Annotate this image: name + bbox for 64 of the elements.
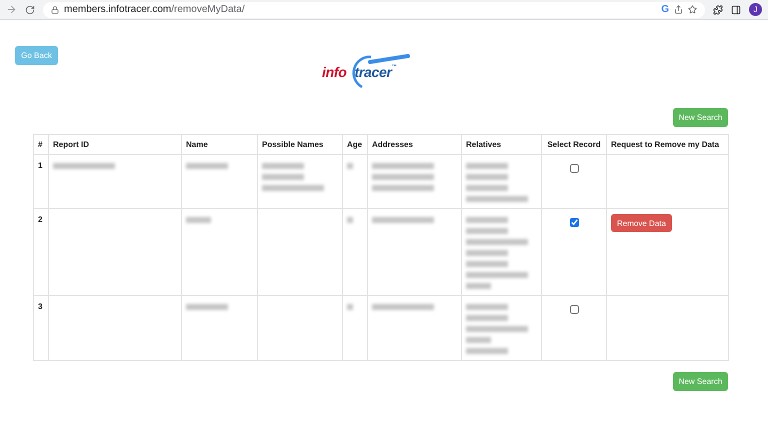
blurred-text xyxy=(466,238,528,244)
blurred-text xyxy=(466,174,508,180)
new-search-button[interactable]: New Search xyxy=(673,108,728,127)
column-header: Possible Names xyxy=(258,134,342,154)
reload-icon[interactable] xyxy=(25,4,35,14)
blurred-text xyxy=(466,304,508,310)
blurred-text xyxy=(466,260,508,266)
select-checkbox[interactable] xyxy=(570,305,578,314)
go-back-button[interactable]: Go Back xyxy=(15,46,58,65)
side-panel-icon[interactable] xyxy=(731,4,741,14)
star-icon[interactable] xyxy=(688,5,697,14)
blurred-text xyxy=(372,162,434,168)
blurred-text xyxy=(466,184,508,190)
column-header: Name xyxy=(182,134,258,154)
blurred-text xyxy=(466,272,528,278)
blurred-text xyxy=(262,184,324,190)
blurred-text xyxy=(186,304,228,310)
column-header: Relatives xyxy=(462,134,542,154)
blurred-text xyxy=(466,282,491,288)
blurred-text xyxy=(466,326,528,332)
blurred-text xyxy=(466,216,508,222)
blurred-text xyxy=(466,314,508,320)
address-bar[interactable]: members.infotracer.com/removeMyData/ G xyxy=(43,2,705,18)
blurred-text xyxy=(186,162,228,168)
blurred-text xyxy=(347,162,353,168)
blurred-text xyxy=(262,174,304,180)
select-checkbox[interactable] xyxy=(570,218,578,227)
share-icon[interactable] xyxy=(674,5,683,14)
blurred-text xyxy=(53,162,115,168)
blurred-text xyxy=(372,216,434,222)
blurred-text xyxy=(372,304,434,310)
blurred-text xyxy=(186,216,211,222)
puzzle-icon[interactable] xyxy=(713,4,723,14)
column-header: # xyxy=(34,134,48,154)
column-header: Request to Remove my Data xyxy=(606,134,728,154)
column-header: Age xyxy=(342,134,368,154)
lock-icon xyxy=(51,6,59,14)
new-search-button[interactable]: New Search xyxy=(673,372,728,391)
blurred-text xyxy=(372,184,434,190)
blurred-text xyxy=(466,348,508,354)
row-number: 2 xyxy=(38,215,42,224)
url-path: /removeMyData/ xyxy=(171,4,245,15)
column-header: Select Record xyxy=(542,134,606,154)
magnifier-drawing xyxy=(350,54,412,90)
row-number: 3 xyxy=(38,302,42,311)
blurred-text xyxy=(466,162,508,168)
logo-text: tracer xyxy=(354,64,392,80)
column-header: Report ID xyxy=(48,134,182,154)
column-header: Addresses xyxy=(368,134,462,154)
select-checkbox[interactable] xyxy=(570,164,578,173)
blurred-text xyxy=(466,336,491,342)
blurred-text xyxy=(466,250,508,256)
blurred-text xyxy=(466,228,508,234)
blurred-text xyxy=(347,216,353,222)
blurred-text xyxy=(372,174,434,180)
blurred-text xyxy=(466,196,528,202)
blurred-text xyxy=(262,162,304,168)
remove-data-button[interactable]: Remove Data xyxy=(611,214,672,232)
blurred-text xyxy=(347,304,353,310)
profile-avatar[interactable]: J xyxy=(749,3,762,16)
google-icon[interactable]: G xyxy=(661,4,669,15)
url-host: members.infotracer.com xyxy=(64,4,172,15)
logo-text: info xyxy=(322,64,346,80)
row-number: 1 xyxy=(38,161,42,170)
